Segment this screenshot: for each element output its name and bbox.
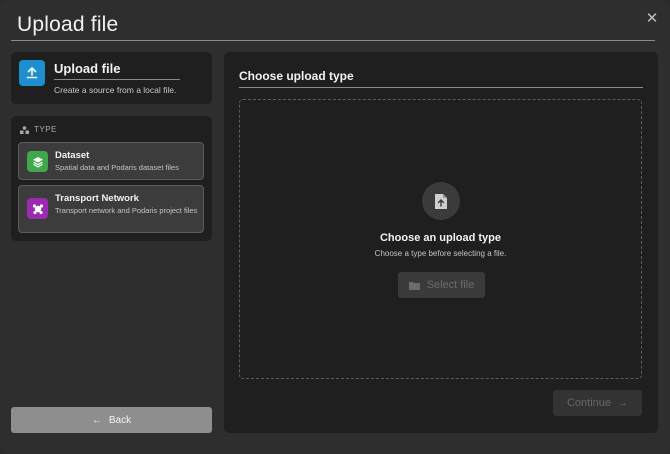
transport-network-description: Transport network and Podaris project fi… [55,206,198,215]
folder-icon [408,281,420,290]
source-header-card: Upload file Create a source from a local… [11,52,212,104]
source-subtitle: Create a source from a local file. [54,85,177,95]
title-divider [11,40,655,41]
dataset-title: Dataset [55,150,90,161]
type-option-dataset[interactable]: Dataset Spatial data and Podaris dataset… [18,142,204,180]
dataset-description: Spatial data and Podaris dataset files [55,163,179,172]
upload-icon [19,60,45,86]
continue-button-label: Continue [566,397,612,409]
close-icon[interactable]: ✕ [644,11,660,27]
continue-button[interactable]: Continue → [553,390,642,416]
network-icon [27,198,48,219]
dialog-title: Upload file [17,13,119,36]
source-title-divider [54,79,180,80]
back-button-label: Back [108,414,132,426]
back-button[interactable]: ← Back [11,407,212,433]
select-file-label: Select file [426,279,475,291]
shapes-icon [20,125,29,134]
type-panel: TYPE Dataset Spatial data and Podaris da… [11,116,212,241]
arrow-left-icon: ← [91,414,102,426]
upload-dialog: Upload file ✕ Upload file Create a sourc… [0,0,670,454]
upload-panel-title: Choose upload type [239,69,354,83]
upload-panel-divider [239,87,643,88]
upload-panel: Choose upload type Choose an upload type… [224,52,658,433]
dropzone-title: Choose an upload type [379,232,501,244]
dropzone-subtitle: Choose a type before selecting a file. [374,249,507,258]
type-heading-label: TYPE [34,125,57,134]
file-dropzone[interactable]: Choose an upload type Choose a type befo… [239,99,642,379]
type-heading: TYPE [20,125,57,134]
type-option-transport-network[interactable]: Transport Network Transport network and … [18,185,204,233]
transport-network-title: Transport Network [55,193,139,204]
arrow-right-icon: → [617,397,629,409]
source-title: Upload file [54,61,121,76]
file-upload-icon [422,182,460,220]
layers-icon [27,151,48,172]
select-file-button[interactable]: Select file [398,272,485,298]
